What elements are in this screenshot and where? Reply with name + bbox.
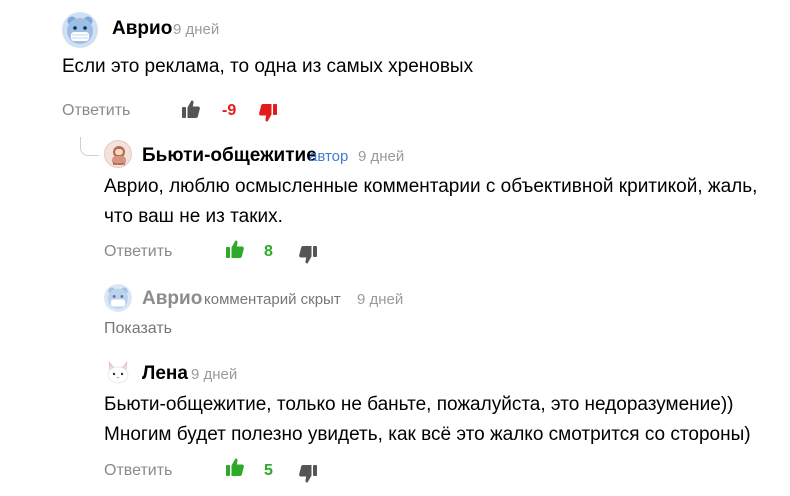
comment-time: 9 дней	[357, 291, 404, 308]
comment-text-line: Многим будет полезно увидеть, как всё эт…	[104, 424, 751, 445]
thumb-up-icon[interactable]	[225, 239, 245, 259]
masked-bear-avatar[interactable]	[104, 284, 132, 312]
hidden-comment-note: комментарий скрыт	[204, 291, 341, 308]
comment-text-line: что ваш не из таких.	[104, 206, 283, 227]
vote-score: 5	[264, 462, 273, 479]
thumb-down-icon[interactable]	[298, 245, 318, 265]
comment-text: Аврио, люблю осмысленные комментарии с о…	[104, 172, 757, 232]
vote-score: -9	[222, 102, 237, 119]
author-name[interactable]: Аврио	[112, 18, 172, 40]
comment-time: 9 дней	[173, 21, 220, 38]
comment-time: 9 дней	[191, 366, 238, 383]
author-name[interactable]: Аврио	[142, 288, 202, 310]
svg-text:Beauty: Beauty	[113, 161, 125, 166]
author-name[interactable]: Бьюти-общежитие	[142, 145, 317, 167]
reply-button[interactable]: Ответить	[104, 462, 172, 480]
thumb-down-icon[interactable]	[298, 464, 318, 484]
thread-connector	[80, 137, 99, 156]
thumb-down-icon[interactable]	[258, 103, 278, 123]
reply-button[interactable]: Ответить	[104, 243, 172, 261]
show-hidden-button[interactable]: Показать	[104, 320, 172, 338]
comment-text: Бьюти-общежитие, только не баньте, пожал…	[104, 390, 751, 450]
comment-text-line: Аврио, люблю осмысленные комментарии с о…	[104, 176, 758, 197]
channel-logo-avatar[interactable]: Beauty	[104, 140, 132, 168]
comment-time: 9 дней	[358, 148, 405, 165]
thumb-up-icon[interactable]	[225, 457, 245, 477]
author-badge: автор	[309, 148, 349, 165]
thumb-up-icon[interactable]	[181, 99, 201, 119]
masked-bear-avatar[interactable]	[62, 12, 98, 48]
white-cat-avatar[interactable]	[104, 358, 132, 386]
author-name[interactable]: Лена	[142, 363, 188, 385]
vote-score: 8	[264, 243, 273, 260]
comment-text: Если это реклама, то одна из самых хрено…	[62, 52, 473, 82]
reply-button[interactable]: Ответить	[62, 102, 130, 120]
comment-text-line: Бьюти-общежитие, только не баньте, пожал…	[104, 394, 734, 415]
comment-text-line: Если это реклама, то одна из самых хрено…	[62, 56, 474, 77]
